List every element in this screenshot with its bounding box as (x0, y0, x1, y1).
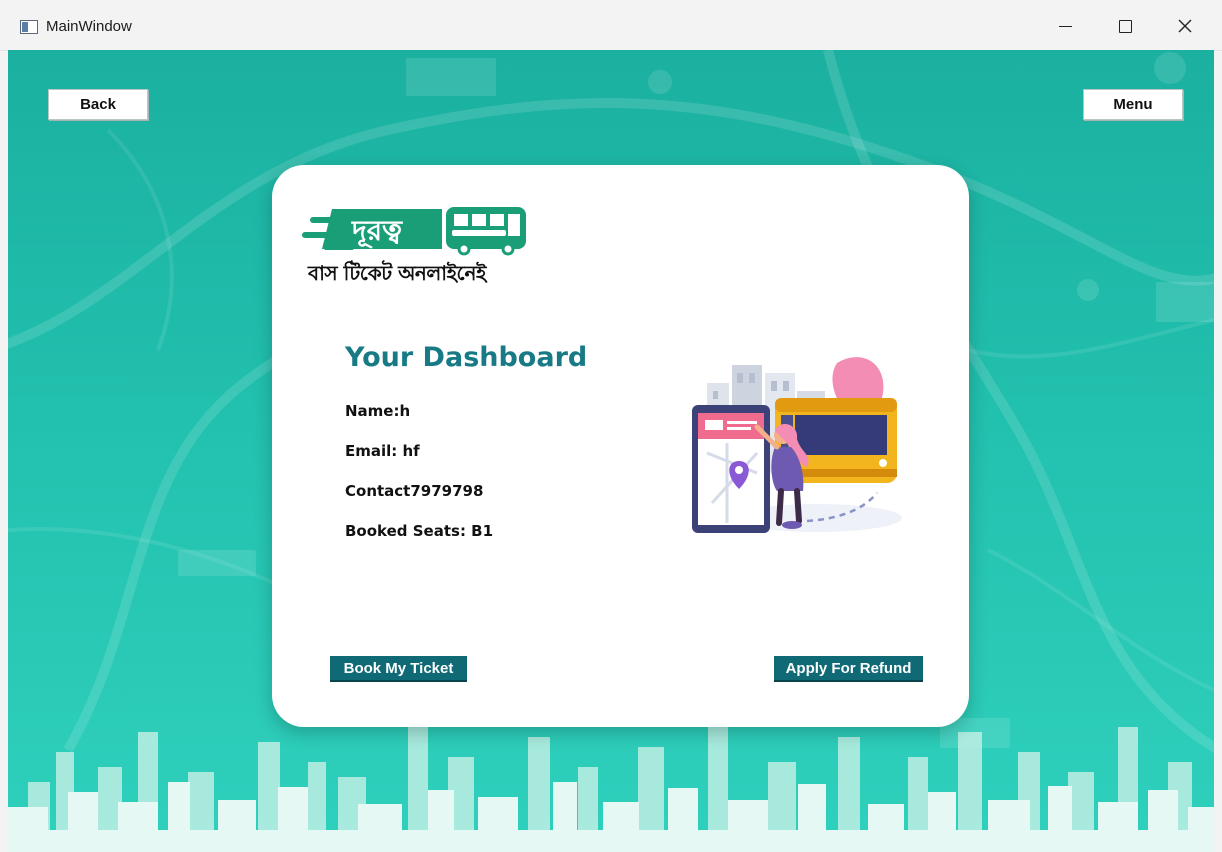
close-button[interactable] (1162, 8, 1208, 44)
booked-seats: Booked Seats: B1 (345, 522, 494, 540)
window-title: MainWindow (46, 18, 132, 35)
maximize-button[interactable] (1102, 8, 1148, 44)
minimize-icon (1058, 25, 1072, 27)
bus-icon (446, 207, 526, 256)
title-bar: MainWindow (0, 0, 1222, 51)
apply-for-refund-button[interactable]: Apply For Refund (774, 656, 923, 682)
maximize-icon (1118, 19, 1132, 33)
main-window-content: Back Menu দূরত্ব বাস টিকেট অনলাইনেই Your… (8, 50, 1214, 852)
bus-booking-illustration (692, 357, 902, 533)
book-my-ticket-button[interactable]: Book My Ticket (330, 656, 467, 682)
city-skyline (8, 722, 1214, 852)
logo-tagline: বাস টিকেট অনলাইনেই (308, 261, 486, 285)
app-window-icon (20, 20, 38, 34)
dashboard-title: Your Dashboard (345, 342, 588, 373)
minimize-button[interactable] (1042, 8, 1088, 44)
close-icon (1178, 19, 1192, 33)
dashboard-card: দূরত্ব বাস টিকেট অনলাইনেই Your Dashboard… (272, 165, 969, 727)
user-contact: Contact7979798 (345, 482, 484, 500)
menu-button[interactable]: Menu (1083, 89, 1183, 120)
user-name: Name:h (345, 402, 411, 420)
user-email: Email: hf (345, 442, 420, 460)
brand-name: দূরত্ব (351, 214, 403, 249)
back-button[interactable]: Back (48, 89, 148, 120)
